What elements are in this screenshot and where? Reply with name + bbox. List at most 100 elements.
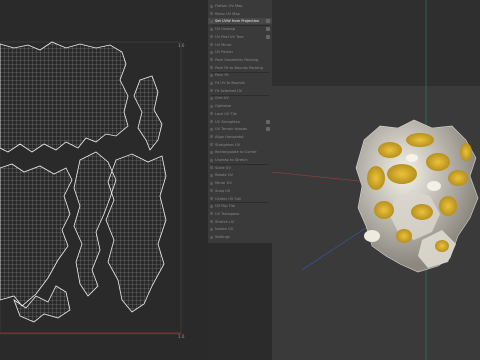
- menu-item-icon: [210, 173, 213, 177]
- options-icon[interactable]: [266, 34, 270, 39]
- options-icon[interactable]: [266, 119, 270, 124]
- menu-item-icon: [210, 227, 213, 231]
- menu-item-label: Align Horizontal: [215, 134, 244, 139]
- menu-item-icon: [210, 96, 213, 100]
- menu-item-label: Unwrap to Stretch: [215, 158, 248, 162]
- menu-item-label: Stretch UV: [215, 219, 235, 224]
- menu-item-icon: [210, 204, 213, 208]
- menu-item-icon: [210, 150, 213, 154]
- menu-item[interactable]: Pack Geometric Packing: [208, 57, 272, 63]
- menu-item-label: Lock UV Tile: [215, 111, 237, 116]
- menu-item-label: Scale UV: [215, 165, 231, 170]
- menu-item[interactable]: Center UV Cell: [208, 196, 272, 202]
- sculpted-mesh[interactable]: [355, 119, 479, 273]
- uv-corner-label-top: 1.0: [178, 43, 185, 48]
- menu-item-label: Straighten UV: [215, 142, 241, 147]
- menu-item[interactable]: Unwrap to Stretch: [208, 157, 272, 163]
- menu-item[interactable]: Set UVW from Projection: [208, 18, 272, 25]
- menu-item[interactable]: Grid UV: [208, 95, 272, 101]
- viewport-header: [272, 0, 480, 86]
- menu-item[interactable]: Optimize: [208, 103, 272, 109]
- menu-item-label: Optimize: [215, 104, 232, 109]
- menu-item[interactable]: UV Terrain Islands: [208, 126, 272, 132]
- menu-item-label: UV Straighten: [215, 119, 241, 124]
- menu-item-icon: [210, 127, 213, 131]
- menu-item-label: Flatten UV Map: [215, 4, 243, 8]
- menu-item[interactable]: Snap UV: [208, 188, 272, 194]
- menu-item-label: Relax UV Map: [215, 11, 240, 16]
- menu-item-label: Fit Selected UV: [215, 88, 243, 93]
- menu-item-icon: [210, 158, 213, 162]
- menu-item[interactable]: UV Transpose: [208, 211, 272, 217]
- menu-item-icon: [210, 135, 213, 139]
- menu-item-icon: [210, 66, 213, 70]
- menu-item[interactable]: UV Straighten: [208, 119, 272, 125]
- menu-item-icon: [210, 50, 213, 54]
- menu-item-icon: [210, 19, 213, 23]
- menu-item-label: Pack Fit to Bounds Packing: [215, 65, 263, 70]
- menu-item[interactable]: Pack Fit: [208, 72, 272, 78]
- menu-item-label: UV Packer: [215, 50, 234, 55]
- menu-item-label: Settings: [215, 235, 230, 239]
- menu-item-icon: [210, 197, 213, 200]
- menu-item-label: Rotate UV: [215, 173, 233, 178]
- viewport-canvas[interactable]: [272, 0, 480, 360]
- uv-island-right[interactable]: [133, 75, 163, 151]
- menu-item[interactable]: UV Unwrap: [208, 26, 272, 32]
- menu-item[interactable]: UV Peel UV Tree: [208, 34, 272, 40]
- menu-item-label: Rectangulate to Corner: [215, 150, 257, 155]
- menu-item[interactable]: Stretch UV: [208, 219, 272, 225]
- menu-item-icon: [210, 4, 213, 8]
- menu-item-icon: [210, 143, 213, 147]
- menu-item[interactable]: Rectangulate to Corner: [208, 149, 272, 155]
- menu-item-icon: [210, 58, 213, 62]
- menu-item[interactable]: Mirror UV: [208, 180, 272, 186]
- menu-item[interactable]: Align Horizontal: [208, 134, 272, 140]
- menu-item[interactable]: Rotate UV: [208, 172, 272, 178]
- menu-item-label: Pack Geometric Packing: [215, 57, 259, 62]
- menu-item-label: UV Mirror: [215, 42, 232, 47]
- uv-commands-menu: Flatten UV Map Relax UV Map Set UVW from P…: [208, 0, 272, 243]
- uv-island-upper[interactable]: [0, 41, 129, 153]
- menu-item[interactable]: Isolate UV: [208, 226, 272, 232]
- uv-canvas[interactable]: [0, 0, 208, 360]
- menu-item-icon: [210, 189, 213, 193]
- menu-item-label: UV Terrain Islands: [215, 127, 248, 132]
- menu-item[interactable]: UV Flip Tile: [208, 203, 272, 209]
- menu-item[interactable]: Flatten UV Map: [208, 3, 272, 9]
- uv-corner-label-bottom: 1.0: [178, 334, 185, 339]
- menu-item[interactable]: Fit UV to Bounds: [208, 80, 272, 86]
- options-icon[interactable]: [266, 127, 270, 132]
- uv-island-lower-right[interactable]: [105, 153, 167, 313]
- menu-item-label: Set UVW from Projection: [215, 19, 260, 24]
- menu-item[interactable]: Straighten UV: [208, 142, 272, 148]
- menu-item-label: UV Peel UV Tree: [215, 34, 244, 39]
- menu-item[interactable]: UV Packer: [208, 49, 272, 55]
- menu-item-label: Fit UV to Bounds: [215, 81, 245, 85]
- menu-item[interactable]: Fit Selected UV: [208, 88, 272, 94]
- menu-item-icon: [210, 35, 213, 39]
- menu-item-icon: [210, 212, 213, 216]
- menu-item[interactable]: UV Mirror: [208, 42, 272, 48]
- menu-item-icon: [210, 181, 213, 185]
- menu-item-icon: [210, 120, 213, 123]
- menu-item-icon: [210, 12, 213, 16]
- menu-item-label: Center UV Cell: [215, 196, 242, 201]
- menu-item[interactable]: Pack Fit to Bounds Packing: [208, 65, 272, 71]
- options-icon[interactable]: [266, 27, 270, 32]
- menu-item[interactable]: Settings: [208, 234, 272, 240]
- menu-item[interactable]: Relax UV Map: [208, 11, 272, 17]
- menu-item[interactable]: Lock UV Tile: [208, 111, 272, 117]
- 3d-viewport[interactable]: [272, 0, 480, 360]
- menu-item-icon: [210, 89, 213, 93]
- menu-item-label: Snap UV: [215, 188, 231, 193]
- menu-item-label: Isolate UV: [215, 227, 234, 232]
- menu-item-label: Grid UV: [215, 96, 229, 101]
- menu-item-label: UV Unwrap: [215, 27, 236, 32]
- options-icon[interactable]: [266, 19, 270, 24]
- menu-item-icon: [210, 104, 213, 108]
- uv-island-lower-left[interactable]: [0, 163, 73, 307]
- uv-editor-panel[interactable]: 1.0 1.0: [0, 0, 208, 360]
- menu-item[interactable]: Scale UV: [208, 165, 272, 171]
- menu-item-label: Mirror UV: [215, 181, 232, 186]
